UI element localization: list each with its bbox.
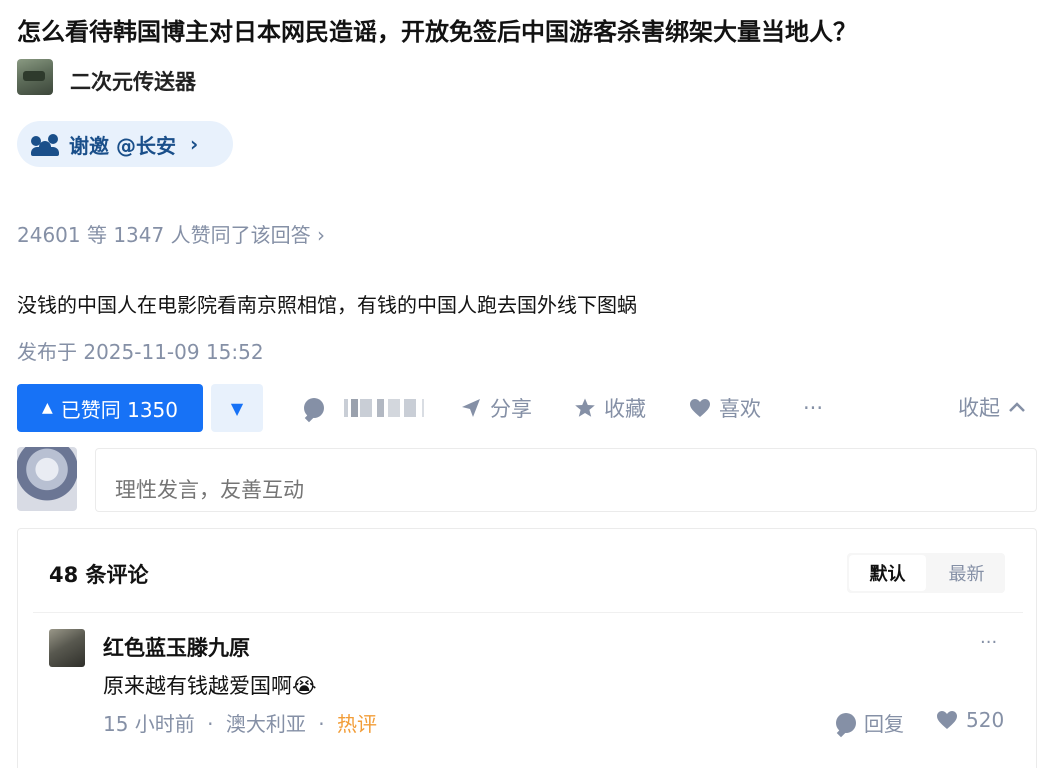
heart-icon xyxy=(937,711,957,729)
invite-pill[interactable]: 谢邀 @长安 › xyxy=(17,121,233,167)
comment-bubble-icon xyxy=(304,398,324,418)
downvote-button[interactable]: ▼ xyxy=(211,384,263,432)
sort-latest-tab[interactable]: 最新 xyxy=(928,553,1005,593)
commenter-name[interactable]: 红色蓝玉滕九原 xyxy=(103,632,250,662)
chevron-up-icon xyxy=(1009,402,1025,412)
paper-plane-icon xyxy=(462,399,480,417)
comment-sort-toggle: 默认 最新 xyxy=(847,553,1005,593)
star-icon xyxy=(575,398,595,417)
commenter-avatar[interactable] xyxy=(49,629,85,667)
like-button[interactable]: 喜欢 xyxy=(689,392,761,424)
invite-people-icon xyxy=(31,132,59,156)
author-avatar[interactable] xyxy=(17,59,53,95)
more-dots-icon: ··· xyxy=(803,396,824,420)
comment-location: 澳大利亚 xyxy=(225,712,306,736)
author-name[interactable]: 二次元传送器 xyxy=(70,66,196,96)
heart-icon xyxy=(690,399,710,417)
comment-button[interactable] xyxy=(304,392,424,424)
comment-meta: 15 小时前 · 澳大利亚 · 热评 xyxy=(103,708,377,737)
meta-separator: · xyxy=(318,712,325,736)
comment-reply-button[interactable]: 回复 xyxy=(836,708,904,737)
comment-more-button[interactable]: ··· xyxy=(980,632,997,653)
redacted-comment-count xyxy=(344,399,424,417)
collapse-button[interactable]: 收起 xyxy=(958,392,1026,422)
question-title[interactable]: 怎么看待韩国博主对日本网民造谣，开放免签后中国游客杀害绑架大量当地人？ xyxy=(17,12,857,47)
share-button[interactable]: 分享 xyxy=(460,392,532,424)
comment-text: 原来越有钱越爱国啊😭 xyxy=(103,674,317,698)
upvote-button[interactable]: ▲ 已赞同 1350 xyxy=(17,384,203,432)
sort-default-tab[interactable]: 默认 xyxy=(849,555,926,591)
publish-time: 发布于 2025-11-09 15:52 xyxy=(17,340,264,364)
share-label: 分享 xyxy=(490,397,532,421)
chevron-right-icon: › xyxy=(189,132,199,156)
more-actions-button[interactable]: ··· xyxy=(803,392,823,424)
divider xyxy=(33,612,1023,613)
meta-separator: · xyxy=(207,712,214,736)
collect-label: 收藏 xyxy=(604,397,646,421)
reply-bubble-icon xyxy=(836,712,856,733)
triangle-down-icon: ▼ xyxy=(230,398,244,418)
upvote-label: 已赞同 1350 xyxy=(60,397,179,422)
comment-input[interactable] xyxy=(95,448,1037,512)
collect-button[interactable]: 收藏 xyxy=(574,392,646,424)
comment-time: 15 小时前 xyxy=(103,712,195,736)
like-label: 喜欢 xyxy=(719,397,761,421)
collapse-label: 收起 xyxy=(958,396,1000,420)
comment-like-button[interactable]: 520 xyxy=(936,708,1004,732)
reply-label: 回复 xyxy=(864,712,904,736)
invite-label: 谢邀 @长安 xyxy=(69,133,176,158)
comment-count: 48 条评论 xyxy=(49,563,149,587)
current-user-avatar xyxy=(17,447,77,511)
answer-content: 没钱的中国人在电影院看南京照相馆，有钱的中国人跑去国外线下图蜗 xyxy=(17,293,637,317)
triangle-up-icon: ▲ xyxy=(41,400,53,416)
comment-like-count: 520 xyxy=(966,708,1005,732)
agree-count-link[interactable]: 24601 等 1347 人赞同了该回答 › xyxy=(17,219,325,248)
hot-comment-badge: 热评 xyxy=(336,712,377,736)
